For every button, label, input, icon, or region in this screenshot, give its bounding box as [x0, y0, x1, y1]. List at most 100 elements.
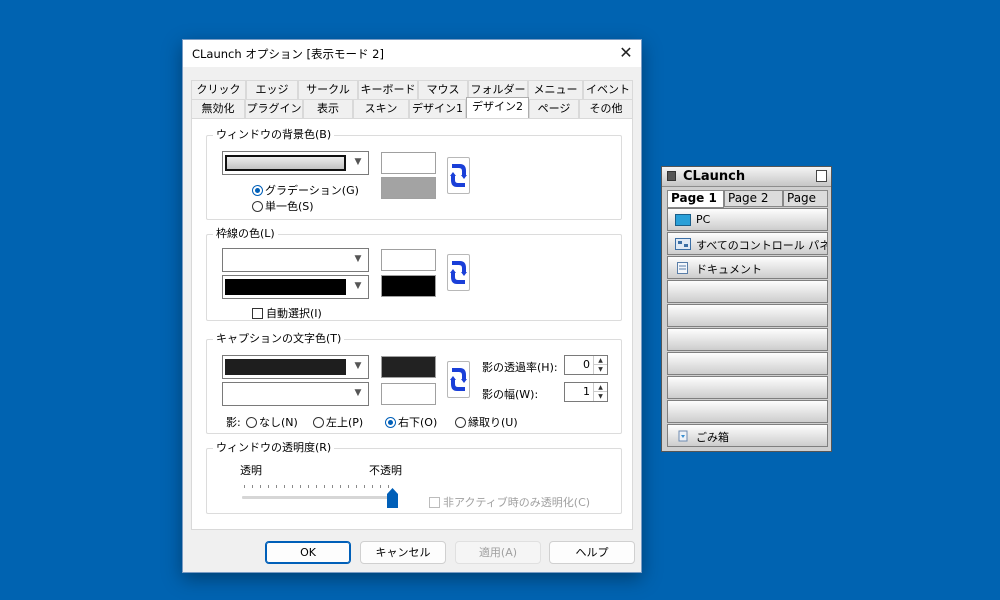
shadow-opacity-label: 影の透過率(H):	[482, 361, 558, 374]
shadow-top-left-radio[interactable]: 左上(P)	[313, 414, 363, 430]
single-color-radio[interactable]: 単一色(S)	[252, 198, 314, 214]
border-color-combo-1[interactable]: ▼	[222, 248, 369, 272]
radio-selected-icon	[385, 417, 396, 428]
claunch-item-label: PC	[696, 213, 711, 226]
caption-color-bottom-box[interactable]	[381, 383, 436, 405]
control-panel-icon	[675, 238, 691, 250]
claunch-item-recycle-bin[interactable]: ごみ箱	[667, 424, 828, 447]
border-color-swatch-1	[225, 252, 346, 268]
claunch-empty-slot[interactable]	[667, 352, 828, 375]
claunch-title-bar[interactable]: CLaunch	[662, 167, 831, 187]
transparency-legend: ウィンドウの透明度(R)	[216, 441, 332, 454]
tab-circle[interactable]: サークル	[298, 80, 358, 99]
claunch-empty-slot[interactable]	[667, 376, 828, 399]
auto-select-checkbox[interactable]: 自動選択(I)	[252, 305, 322, 321]
chevron-down-icon: ▼	[354, 388, 362, 398]
tab-mouse[interactable]: マウス	[418, 80, 468, 99]
shadow-outline-radio[interactable]: 縁取り(U)	[455, 414, 518, 430]
background-color-legend: ウィンドウの背景色(B)	[216, 128, 332, 141]
background-color-swatch	[225, 155, 346, 171]
border-color-legend: 枠線の色(L)	[216, 227, 275, 240]
tab-design2[interactable]: デザイン2	[466, 97, 529, 118]
tab-other[interactable]: その他	[579, 99, 633, 118]
chevron-down-icon: ▼	[354, 361, 362, 371]
recycle-bin-icon	[678, 430, 688, 442]
chevron-down-icon: ▼	[354, 281, 362, 291]
tab-plugin[interactable]: プラグイン	[245, 99, 303, 118]
claunch-tab-page1[interactable]: Page 1	[667, 190, 724, 208]
background-swap-button[interactable]	[447, 157, 470, 194]
cancel-button[interactable]: キャンセル	[360, 541, 446, 564]
tab-display[interactable]: 表示	[303, 99, 353, 118]
tab-event[interactable]: イベント	[583, 80, 633, 99]
tab-edge[interactable]: エッジ	[246, 80, 298, 99]
tab-keyboard[interactable]: キーボード	[358, 80, 418, 99]
grip-icon[interactable]	[667, 171, 676, 181]
checkbox-empty-icon	[252, 308, 263, 319]
claunch-tab-page2[interactable]: Page 2	[724, 190, 783, 207]
border-swap-button[interactable]	[447, 254, 470, 291]
spin-down-icon[interactable]: ▼	[594, 365, 607, 374]
close-button[interactable]: ✕	[611, 40, 641, 67]
shadow-opacity-spinner[interactable]: 0 ▲ ▼	[564, 355, 608, 375]
spin-up-icon[interactable]: ▲	[594, 383, 607, 392]
shadow-top-left-label: 左上(P)	[326, 416, 364, 429]
monitor-icon	[675, 214, 691, 226]
claunch-empty-slot[interactable]	[667, 304, 828, 327]
tab-skin[interactable]: スキン	[353, 99, 409, 118]
options-dialog: CLaunch オプション [表示モード 2] ✕ クリック エッジ サークル …	[182, 39, 642, 573]
shadow-bottom-right-label: 右下(O)	[398, 416, 438, 429]
inactive-only-label: 非アクティブ時のみ透明化(C)	[443, 496, 591, 509]
tab-click[interactable]: クリック	[191, 80, 246, 99]
border-color-swatch-2	[225, 279, 346, 295]
background-color-combo[interactable]: ▼	[222, 151, 369, 175]
claunch-empty-slot[interactable]	[667, 280, 828, 303]
background-color-bottom-box[interactable]	[381, 177, 436, 199]
claunch-empty-slot[interactable]	[667, 400, 828, 423]
border-color-combo-2[interactable]: ▼	[222, 275, 369, 299]
minimize-icon[interactable]	[816, 170, 827, 182]
transparency-slider-track[interactable]	[242, 496, 396, 499]
shadow-outline-label: 縁取り(U)	[468, 416, 518, 429]
chevron-down-icon: ▼	[354, 254, 362, 264]
shadow-label: 影:	[226, 416, 241, 429]
dialog-title: CLaunch オプション [表示モード 2]	[192, 47, 384, 61]
claunch-item-documents[interactable]: ドキュメント	[667, 256, 828, 279]
spin-down-icon[interactable]: ▼	[594, 392, 607, 401]
claunch-item-pc[interactable]: PC	[667, 208, 828, 231]
title-bar[interactable]: CLaunch オプション [表示モード 2] ✕	[183, 40, 641, 67]
tab-design1[interactable]: デザイン1	[409, 99, 466, 118]
claunch-empty-slot[interactable]	[667, 328, 828, 351]
shadow-bottom-right-radio[interactable]: 右下(O)	[385, 414, 437, 430]
shadow-width-label: 影の幅(W):	[482, 388, 539, 401]
shadow-width-spinner[interactable]: 1 ▲ ▼	[564, 382, 608, 402]
caption-color-combo-1[interactable]: ▼	[222, 355, 369, 379]
apply-button[interactable]: 適用(A)	[455, 541, 541, 564]
border-color-top-box[interactable]	[381, 249, 436, 271]
help-button[interactable]: ヘルプ	[549, 541, 635, 564]
swap-icon	[450, 368, 467, 391]
spin-up-icon[interactable]: ▲	[594, 356, 607, 365]
caption-color-swatch-1	[225, 359, 346, 375]
claunch-tab-page3[interactable]: Page	[783, 190, 828, 207]
tab-menu[interactable]: メニュー	[528, 80, 583, 99]
caption-color-top-box[interactable]	[381, 356, 436, 378]
border-color-bottom-box[interactable]	[381, 275, 436, 297]
inactive-only-checkbox[interactable]: 非アクティブ時のみ透明化(C)	[429, 494, 590, 510]
radio-empty-icon	[252, 201, 263, 212]
gradation-radio[interactable]: グラデーション(G)	[252, 182, 359, 198]
chevron-down-icon: ▼	[354, 157, 362, 167]
gradation-label: グラデーション(G)	[265, 184, 359, 197]
radio-empty-icon	[313, 417, 324, 428]
shadow-opacity-value: 0	[583, 358, 590, 371]
caption-swap-button[interactable]	[447, 361, 470, 398]
ok-button[interactable]: OK	[265, 541, 351, 564]
caption-color-combo-2[interactable]: ▼	[222, 382, 369, 406]
claunch-item-control-panel[interactable]: すべてのコントロール パネル	[667, 232, 828, 255]
design2-panel: ウィンドウの背景色(B) ▼ グラデーション(G) 単一色(S) 枠線の色(L)	[191, 118, 633, 530]
background-color-top-box[interactable]	[381, 152, 436, 174]
radio-empty-icon	[455, 417, 466, 428]
tab-disable[interactable]: 無効化	[191, 99, 245, 118]
shadow-none-radio[interactable]: なし(N)	[246, 414, 298, 430]
tab-page[interactable]: ページ	[529, 99, 579, 118]
